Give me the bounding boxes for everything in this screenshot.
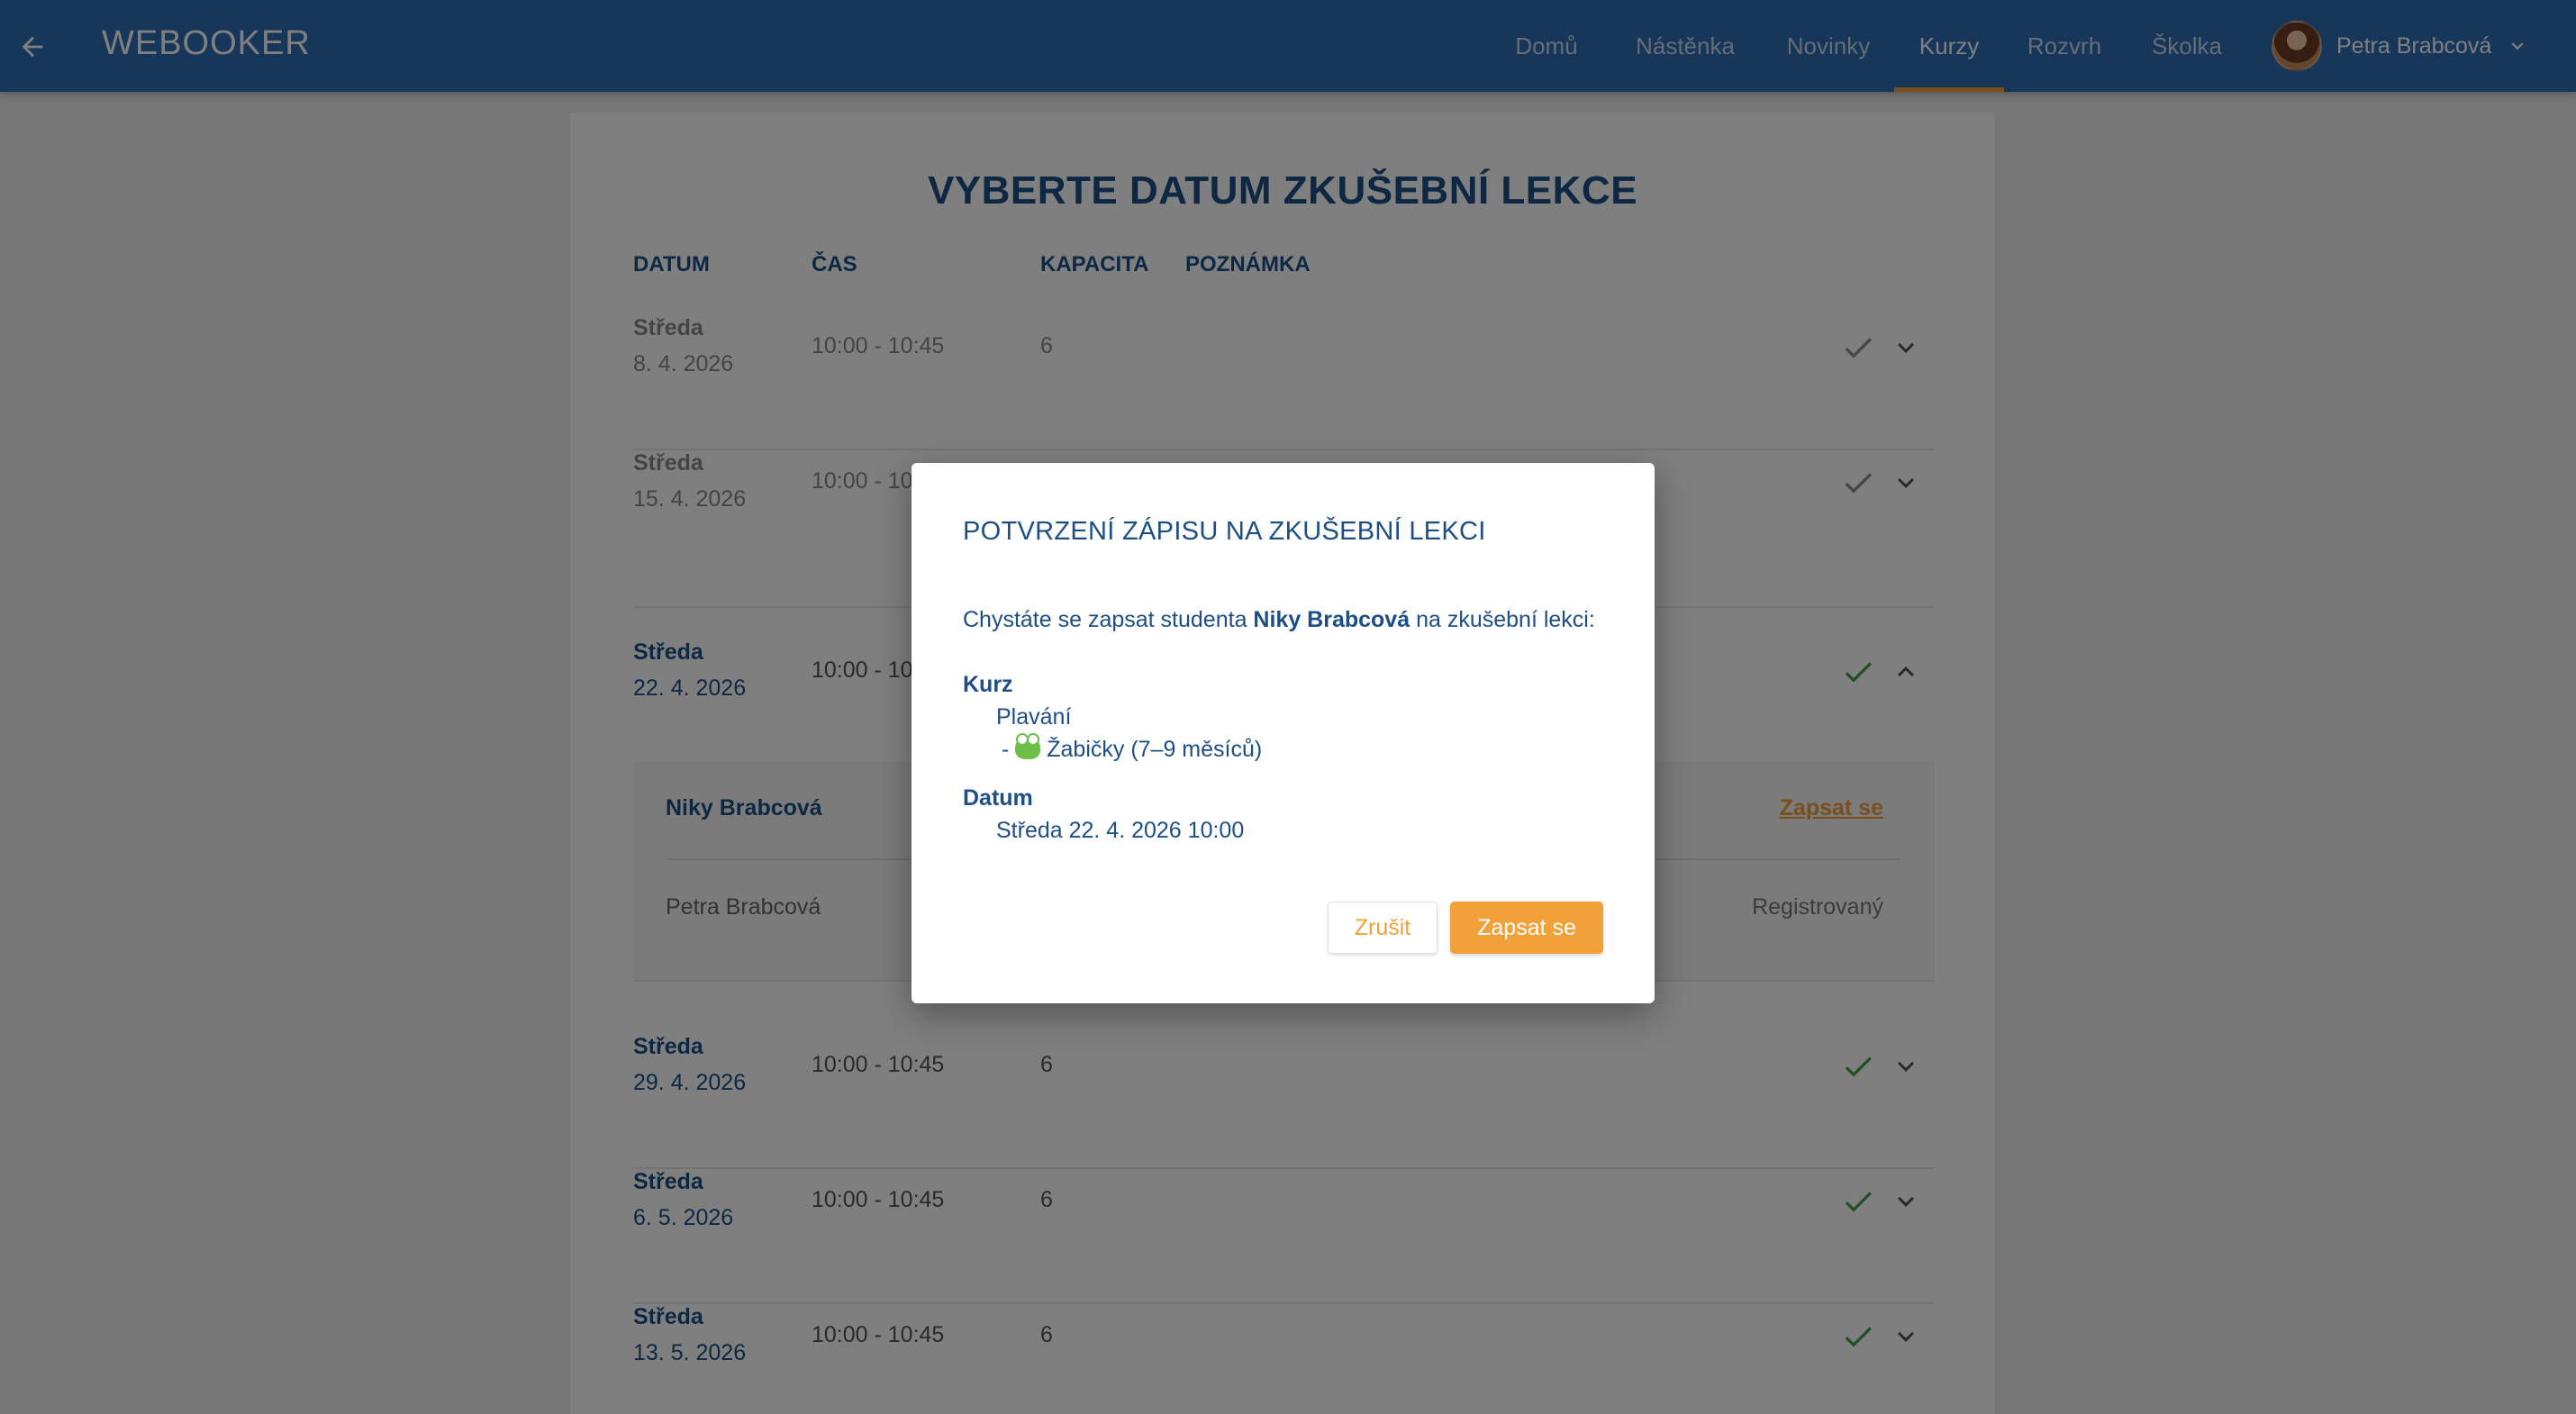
course-group: - Žabičky (7–9 měsíců) <box>1002 733 1263 762</box>
course-group-name: Žabičky (7–9 měsíců) <box>1047 737 1263 762</box>
course-name: Plavání <box>996 704 1072 730</box>
enrollment-confirm-dialog: POTVRZENÍ ZÁPISU NA ZKUŠEBNÍ LEKCI Chyst… <box>912 463 1655 1003</box>
dialog-message: Chystáte se zapsat studenta Niky Brabcov… <box>963 607 1595 633</box>
dialog-title: POTVRZENÍ ZÁPISU NA ZKUŠEBNÍ LEKCI <box>963 517 1486 546</box>
student-name: Niky Brabcová <box>1253 607 1410 632</box>
cancel-button[interactable]: Zrušit <box>1328 902 1438 954</box>
message-suffix: na zkušební lekci: <box>1410 607 1595 632</box>
date-value: Středa 22. 4. 2026 10:00 <box>996 818 1245 843</box>
message-prefix: Chystáte se zapsat studenta <box>963 607 1254 632</box>
frog-icon <box>1015 733 1041 759</box>
course-label: Kurz <box>963 672 1013 697</box>
date-label: Datum <box>963 785 1033 811</box>
enroll-button[interactable]: Zapsat se <box>1450 902 1603 954</box>
